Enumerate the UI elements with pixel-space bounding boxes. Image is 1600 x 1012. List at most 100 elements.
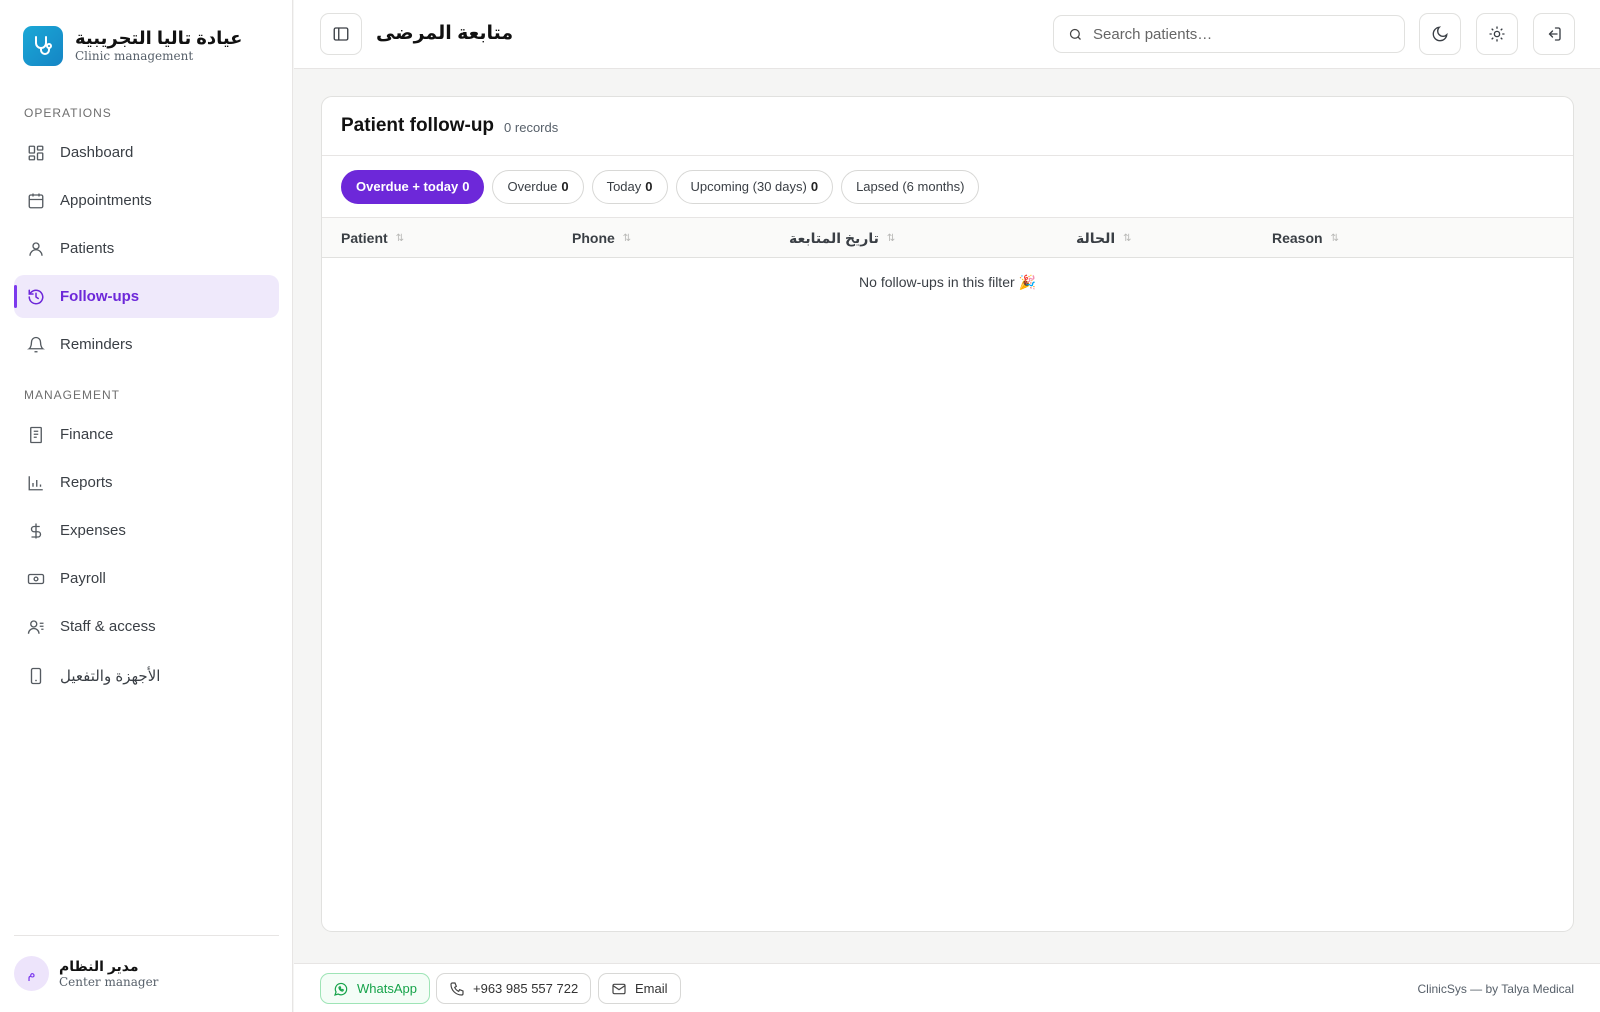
column-label: الحالة bbox=[1076, 229, 1116, 246]
sidebar-item-label: Reports bbox=[60, 474, 113, 491]
email-label: Email bbox=[635, 981, 668, 996]
column-label: Phone bbox=[572, 230, 615, 246]
column-followup-date[interactable]: تاريخ المتابعة ⇅ bbox=[789, 218, 895, 258]
column-reason[interactable]: Reason ⇅ bbox=[1272, 218, 1339, 258]
receipt-icon bbox=[26, 425, 46, 445]
sidebar-toggle-button[interactable] bbox=[320, 13, 362, 55]
sidebar-item-payroll[interactable]: Payroll bbox=[14, 557, 279, 600]
chip-label: Lapsed (6 months) bbox=[856, 179, 965, 194]
dashboard-grid-icon bbox=[26, 143, 46, 163]
smartphone-icon bbox=[26, 666, 46, 686]
settings-button[interactable] bbox=[1476, 13, 1518, 55]
sidebar-divider bbox=[14, 935, 279, 936]
sidebar-item-expenses[interactable]: Expenses bbox=[14, 509, 279, 552]
filter-chips: Overdue + today 0 Overdue 0 Today 0 Upco… bbox=[322, 156, 1573, 218]
logout-button[interactable] bbox=[1533, 13, 1575, 55]
filter-overdue[interactable]: Overdue 0 bbox=[492, 169, 584, 204]
column-label: Reason bbox=[1272, 230, 1323, 246]
brand-name: عيادة تاليا التجريبية bbox=[75, 28, 243, 48]
moon-icon bbox=[1431, 25, 1449, 43]
dollar-icon bbox=[26, 521, 46, 541]
column-label: Patient bbox=[341, 230, 388, 246]
records-count: 0 records bbox=[504, 120, 559, 135]
user-icon bbox=[26, 239, 46, 259]
bell-icon bbox=[26, 335, 46, 355]
search-box[interactable] bbox=[1053, 15, 1405, 53]
whatsapp-label: WhatsApp bbox=[357, 981, 417, 996]
history-clock-icon bbox=[26, 287, 46, 307]
sidebar-item-dashboard[interactable]: Dashboard bbox=[14, 131, 279, 174]
chip-label: Upcoming (30 days) bbox=[690, 179, 807, 194]
sidebar-item-label: Appointments bbox=[60, 192, 152, 209]
phone-label: +963 985 557 722 bbox=[473, 981, 579, 996]
empty-state: No follow-ups in this filter 🎉 bbox=[859, 274, 1036, 290]
search-icon bbox=[1068, 27, 1083, 42]
user-profile[interactable]: م مدير النظام Center manager bbox=[14, 956, 158, 991]
sidebar-item-devices-activation[interactable]: الأجهزة والتفعيل bbox=[14, 654, 279, 697]
chip-count: 0 bbox=[645, 179, 653, 194]
sidebar-item-label: Staff & access bbox=[60, 618, 156, 635]
mail-icon bbox=[611, 981, 627, 997]
sidebar-item-label: Dashboard bbox=[60, 144, 134, 161]
sort-icon: ⇅ bbox=[886, 232, 896, 244]
panel-left-icon bbox=[332, 25, 350, 43]
avatar: م bbox=[14, 956, 49, 991]
section-label-management: MANAGEMENT bbox=[24, 388, 121, 402]
chip-label: Today bbox=[606, 179, 642, 194]
footer: WhatsApp +963 985 557 722 Email ClinicSy… bbox=[294, 963, 1600, 1012]
whatsapp-icon bbox=[333, 981, 349, 997]
log-in-icon bbox=[1545, 25, 1563, 43]
page-title: متابعة المرضى bbox=[376, 23, 514, 44]
column-status[interactable]: الحالة ⇅ bbox=[1076, 218, 1132, 258]
copyright: ClinicSys — by Talya Medical bbox=[1417, 982, 1575, 996]
column-label: تاريخ المتابعة bbox=[789, 229, 879, 246]
sun-settings-icon bbox=[1488, 25, 1506, 43]
column-phone[interactable]: Phone ⇅ bbox=[572, 218, 631, 258]
email-button[interactable]: Email bbox=[598, 973, 681, 1004]
whatsapp-button[interactable]: WhatsApp bbox=[320, 973, 430, 1004]
users-list-icon bbox=[26, 617, 46, 637]
search-input[interactable] bbox=[1093, 25, 1383, 43]
sidebar-item-reports[interactable]: Reports bbox=[14, 461, 279, 504]
sidebar-item-reminders[interactable]: Reminders bbox=[14, 323, 279, 366]
sidebar-item-appointments[interactable]: Appointments bbox=[14, 179, 279, 222]
filter-overdue-today[interactable]: Overdue + today 0 bbox=[341, 169, 485, 204]
sidebar-item-staff-access[interactable]: Staff & access bbox=[14, 605, 279, 648]
sidebar-item-label: Patients bbox=[60, 240, 115, 257]
sort-icon: ⇅ bbox=[1330, 232, 1339, 244]
chip-label: Overdue + today bbox=[356, 179, 459, 194]
sidebar: عيادة تاليا التجريبية Clinic management … bbox=[0, 0, 293, 1012]
brand[interactable]: عيادة تاليا التجريبية Clinic management bbox=[23, 26, 242, 66]
sidebar-item-label: الأجهزة والتفعيل bbox=[60, 667, 161, 685]
follow-up-card: Patient follow-up 0 records Overdue + to… bbox=[321, 96, 1574, 932]
filter-lapsed[interactable]: Lapsed (6 months) bbox=[841, 169, 980, 204]
sidebar-item-label: Finance bbox=[60, 426, 114, 443]
chip-count: 0 bbox=[462, 179, 470, 194]
sidebar-item-label: Payroll bbox=[60, 570, 106, 587]
banknote-icon bbox=[26, 569, 46, 589]
stethoscope-logo-icon bbox=[23, 26, 63, 66]
card-header: Patient follow-up 0 records bbox=[322, 97, 1573, 156]
filter-upcoming[interactable]: Upcoming (30 days) 0 bbox=[675, 169, 834, 204]
brand-subtitle: Clinic management bbox=[75, 49, 194, 63]
sidebar-item-patients[interactable]: Patients bbox=[14, 227, 279, 270]
dark-mode-button[interactable] bbox=[1419, 13, 1461, 55]
sidebar-item-follow-ups[interactable]: Follow-ups bbox=[14, 275, 279, 318]
chip-count: 0 bbox=[561, 179, 569, 194]
section-label-operations: OPERATIONS bbox=[24, 106, 112, 120]
bar-chart-icon bbox=[26, 473, 46, 493]
chip-count: 0 bbox=[810, 179, 819, 194]
sort-icon: ⇅ bbox=[1123, 232, 1132, 244]
calendar-icon bbox=[26, 191, 46, 211]
phone-button[interactable]: +963 985 557 722 bbox=[436, 973, 592, 1004]
sidebar-item-label: Follow-ups bbox=[60, 288, 140, 305]
sort-icon: ⇅ bbox=[622, 232, 632, 244]
card-title: Patient follow-up bbox=[341, 115, 495, 136]
topbar: متابعة المرضى bbox=[294, 0, 1600, 69]
table-header: Patient ⇅ Phone ⇅ تاريخ المتابعة ⇅ الحالة ⇅ … bbox=[322, 218, 1573, 258]
chip-label: Overdue bbox=[507, 179, 558, 194]
filter-today[interactable]: Today 0 bbox=[591, 169, 668, 204]
sort-icon: ⇅ bbox=[395, 232, 405, 244]
column-patient[interactable]: Patient ⇅ bbox=[341, 218, 404, 258]
sidebar-item-finance[interactable]: Finance bbox=[14, 413, 279, 456]
